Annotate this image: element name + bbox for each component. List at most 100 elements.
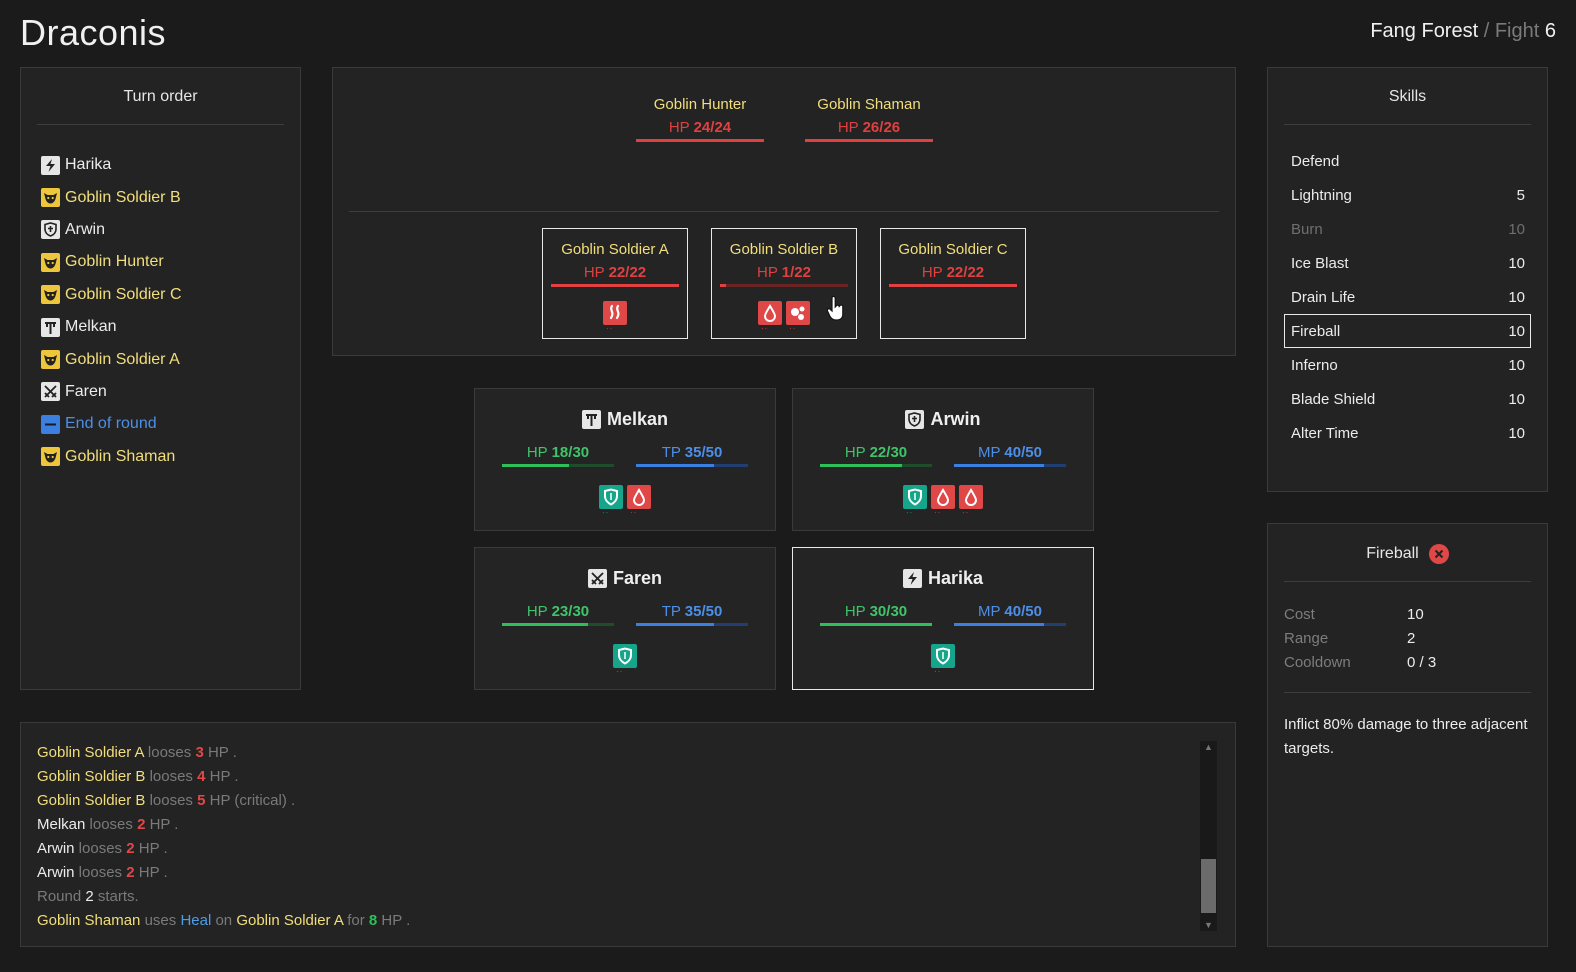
hp-stat: HP 18/30 [502, 444, 614, 467]
enemy-goblin-hunter[interactable]: Goblin Hunter HP 24/24 [636, 96, 764, 142]
turn-order-panel: Turn order Harika Goblin Soldier B Arwin Go… [20, 67, 301, 690]
log-line: Goblin Shaman uses Heal on Goblin Soldie… [37, 909, 1235, 933]
skill-item-lightning[interactable]: Lightning 5 [1284, 179, 1531, 213]
turn-order-item[interactable]: Arwin [41, 214, 300, 246]
status-effects: ·· [793, 644, 1093, 676]
hero-name: Harika [793, 568, 1093, 589]
turn-order-item[interactable]: Goblin Soldier A [41, 343, 300, 375]
log-segment: Heal [180, 912, 212, 929]
log-segment: for [343, 912, 369, 929]
turn-order-title: Turn order [37, 68, 284, 125]
enemy-hp-bar [551, 284, 679, 287]
log-segment: starts. [93, 888, 139, 905]
hero-name: Faren [475, 568, 775, 589]
skill-item-burn[interactable]: Burn 10 [1284, 213, 1531, 247]
hp-stat: HP 22/30 [820, 444, 932, 467]
cost-row: Cost 10 [1284, 605, 1424, 623]
log-line: Goblin Soldier B looses 4 HP . [37, 765, 1235, 789]
scroll-down-icon[interactable]: ▼ [1200, 919, 1217, 931]
tp-stat: TP 35/50 [636, 603, 748, 626]
log-segment: Goblin Soldier B [37, 768, 146, 785]
turn-order-item[interactable]: Goblin Soldier B [41, 181, 300, 213]
enemy-goblin-soldier-c[interactable]: Goblin Soldier C HP 22/22 [880, 228, 1026, 339]
goblin-icon [41, 188, 60, 208]
turn-order-item[interactable]: Harika [41, 149, 300, 181]
log-lines: Goblin Soldier A looses 3 HP . Goblin Sol… [21, 723, 1235, 933]
skill-item-alter-time[interactable]: Alter Time 10 [1284, 416, 1531, 450]
hero-card-harika[interactable]: Harika HP 30/30 MP 40/50 ·· [792, 547, 1094, 690]
turn-order-item[interactable]: Goblin Shaman [41, 441, 300, 473]
enemy-name: Goblin Hunter [653, 96, 747, 113]
skill-item-drain-life[interactable]: Drain Life 10 [1284, 281, 1531, 315]
mp-stat: MP 40/50 [954, 444, 1066, 467]
log-segment: HP (critical) . [205, 792, 296, 809]
enemy-goblin-shaman[interactable]: Goblin Shaman HP 26/26 [805, 96, 933, 142]
log-segment: 8 [368, 912, 378, 929]
turn-order-label: Goblin Soldier C [65, 285, 182, 303]
shield-cross-icon [905, 410, 925, 429]
skill-item-defend[interactable]: Defend [1284, 145, 1531, 179]
skill-detail-header: Fireball [1284, 524, 1531, 582]
turn-order-item[interactable]: Faren [41, 376, 300, 408]
crossed-swords-icon [41, 382, 60, 402]
log-segment: looses [74, 864, 127, 881]
log-segment: HP . [377, 912, 411, 929]
skill-name: Fireball [1291, 322, 1341, 340]
log-segment: uses [140, 912, 181, 929]
close-icon[interactable] [1428, 544, 1449, 564]
poison-icon: ·· [786, 301, 810, 333]
turn-order-list: Harika Goblin Soldier B Arwin Goblin Hunter… [21, 125, 300, 473]
scroll-up-icon[interactable]: ▲ [1200, 741, 1217, 753]
log-segment: looses [143, 744, 196, 761]
enemy-hp: HP 22/22 [583, 264, 647, 281]
log-segment: HP . [205, 768, 239, 785]
scroll-thumb[interactable] [1201, 859, 1216, 913]
fight-label: Fight [1494, 20, 1540, 42]
skill-description: Inflict 80% damage to three adjacent tar… [1284, 716, 1528, 757]
hero-card-melkan[interactable]: Melkan HP 18/30 TP 35/50 ·· ·· [474, 388, 776, 531]
status-effects: ·· ·· ·· [793, 485, 1093, 517]
skill-item-blade-shield[interactable]: Blade Shield 10 [1284, 382, 1531, 416]
skill-item-ice-blast[interactable]: Ice Blast 10 [1284, 247, 1531, 281]
skill-name: Drain Life [1291, 289, 1356, 306]
turn-order-label: Goblin Soldier B [65, 188, 181, 206]
enemy-hp: HP 22/22 [921, 264, 985, 281]
lightning-icon [902, 569, 922, 588]
skill-detail-panel: Fireball Cost 10 Range 2 Cooldown 0 / 3 Inf… [1267, 523, 1548, 947]
log-line: Arwin looses 2 HP . [37, 837, 1235, 861]
turn-order-item[interactable]: End of round [41, 408, 300, 440]
hero-card-faren[interactable]: Faren HP 23/30 TP 35/50 ·· [474, 547, 776, 690]
skill-cost: 10 [1508, 424, 1525, 442]
turn-order-item[interactable]: Goblin Hunter [41, 246, 300, 278]
enemy-name: Goblin Shaman [817, 96, 921, 113]
enemy-hp-bar [636, 139, 764, 142]
fight-number: 6 [1544, 20, 1556, 42]
log-segment: Goblin Soldier A [236, 912, 344, 929]
turn-order-label: Goblin Soldier A [65, 350, 180, 368]
enemy-name: Goblin Soldier C [898, 241, 1008, 258]
log-segment: Round [37, 888, 86, 905]
skill-item-fireball[interactable]: Fireball 10 [1284, 314, 1531, 349]
hp-stat: HP 23/30 [502, 603, 614, 626]
turn-order-label: End of round [65, 415, 157, 433]
turn-order-label: Harika [65, 156, 112, 174]
skill-name: Ice Blast [1291, 255, 1349, 273]
log-segment: Melkan [37, 816, 86, 833]
skill-cost: 10 [1508, 322, 1525, 340]
turn-order-item[interactable]: Goblin Soldier C [41, 279, 300, 311]
enemy-goblin-soldier-a[interactable]: Goblin Soldier A HP 22/22 ·· [542, 228, 688, 339]
skill-cost: 10 [1508, 356, 1525, 374]
goblin-icon [41, 285, 60, 305]
log-segment: Goblin Shaman [37, 912, 141, 929]
skill-cost: 10 [1508, 289, 1525, 306]
blood-drop-icon: ·· [758, 301, 782, 333]
log-line: Melkan looses 2 HP . [37, 813, 1235, 837]
enemy-hp: HP 1/22 [757, 264, 811, 281]
turn-order-item[interactable]: Melkan [41, 311, 300, 343]
log-scrollbar[interactable]: ▲ ▼ [1200, 741, 1217, 931]
log-segment: 2 [85, 888, 94, 905]
cooldown-row: Cooldown 0 / 3 [1284, 653, 1437, 671]
skill-item-inferno[interactable]: Inferno 10 [1284, 348, 1531, 382]
hero-card-arwin[interactable]: Arwin HP 22/30 MP 40/50 ·· ·· ·· [792, 388, 1094, 531]
log-segment: 2 [126, 864, 135, 881]
